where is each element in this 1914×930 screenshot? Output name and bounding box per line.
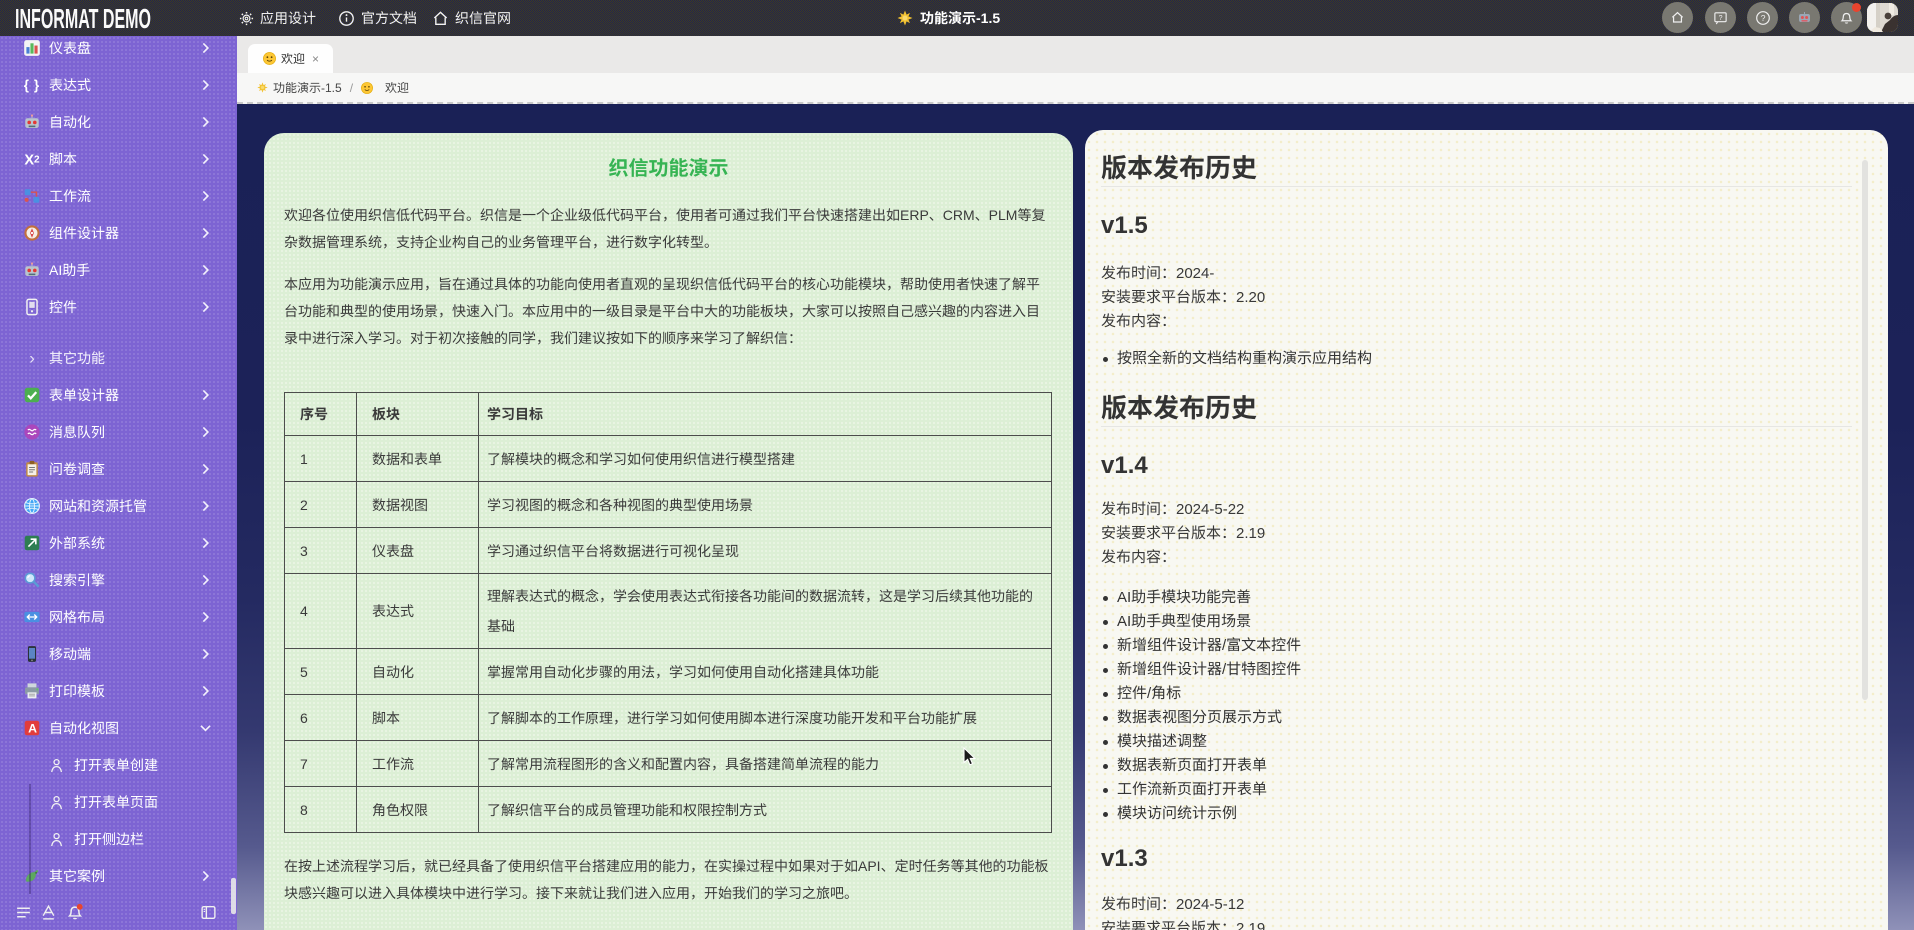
svg-text:INFORMAT DEMO: INFORMAT DEMO [15, 3, 151, 35]
svg-text:?: ? [1760, 13, 1765, 23]
svg-text:A: A [28, 721, 37, 735]
svg-text:?: ? [1719, 15, 1723, 22]
